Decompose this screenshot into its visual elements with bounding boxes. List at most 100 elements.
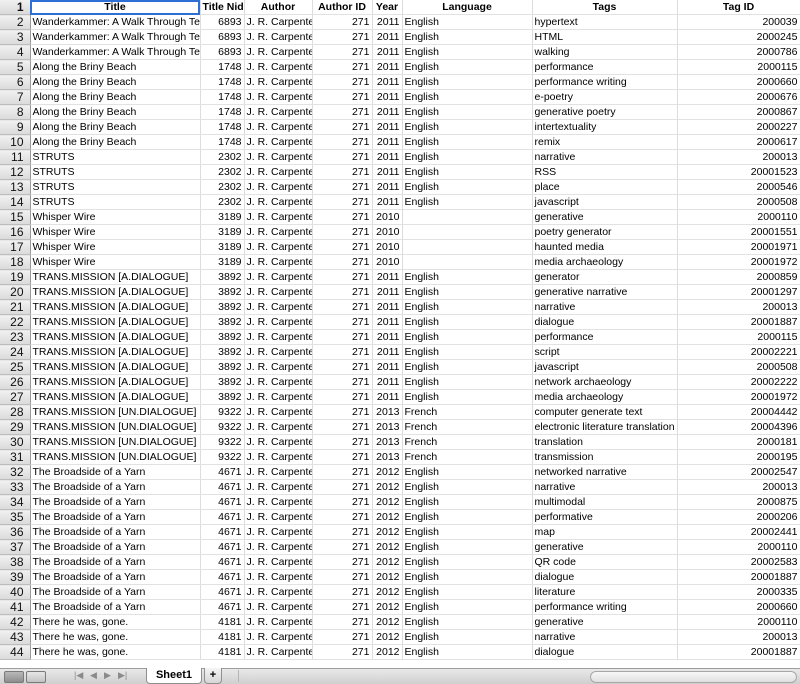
cell-year[interactable]: 2012 [372,479,403,495]
cell-author[interactable]: J. R. Carpenter [244,419,313,435]
cell-year[interactable]: 2013 [372,449,403,465]
cell-tag-id[interactable]: 2000110 [677,614,800,630]
cell-title[interactable]: TRANS.MISSION [A.DIALOGUE] [30,269,201,285]
cell-title[interactable]: Wanderkammer: A Walk Through Texts [30,44,201,60]
cell-tag-id[interactable]: 20001551 [677,224,800,240]
row-header[interactable]: 9 [0,119,31,135]
cell-tag-id[interactable]: 200013 [677,479,800,495]
cell-tag-id[interactable]: 2000245 [677,29,800,45]
cell-tag[interactable]: performance writing [532,599,678,615]
cell-tag[interactable]: dialogue [532,569,678,585]
cell-title[interactable]: There he was, gone. [30,614,201,630]
cell-year[interactable]: 2011 [372,329,403,345]
cell-tag-id[interactable]: 2000875 [677,494,800,510]
cell-author-id[interactable]: 271 [312,644,373,660]
cell-tag[interactable]: literature [532,584,678,600]
cell-year[interactable]: 2011 [372,89,403,105]
cell-title[interactable]: Whisper Wire [30,224,201,240]
nav-prev-icon[interactable]: ◀ [90,670,97,681]
cell-tag-id[interactable]: 20004396 [677,419,800,435]
cell-title[interactable]: The Broadside of a Yarn [30,509,201,525]
cell-tag-id[interactable]: 20001971 [677,239,800,255]
cell-title-nid[interactable]: 2302 [200,194,245,210]
cell-year[interactable]: 2012 [372,614,403,630]
cell-language[interactable]: French [402,449,533,465]
row-header[interactable]: 42 [0,614,31,630]
cell-year[interactable]: 2012 [372,539,403,555]
cell-language[interactable]: English [402,29,533,45]
cell-title[interactable]: TRANS.MISSION [A.DIALOGUE] [30,314,201,330]
cell-title[interactable]: The Broadside of a Yarn [30,494,201,510]
cell-language[interactable]: English [402,389,533,405]
cell-tag-id[interactable]: 2000110 [677,209,800,225]
cell-tag[interactable]: generative [532,539,678,555]
cell-year[interactable]: 2011 [372,104,403,120]
cell-language[interactable]: English [402,134,533,150]
cell-author-id[interactable]: 271 [312,119,373,135]
cell-author-id[interactable]: 271 [312,269,373,285]
cell-title[interactable]: The Broadside of a Yarn [30,599,201,615]
cell-title[interactable]: Along the Briny Beach [30,59,201,75]
cell-tag-id[interactable]: 200039 [677,14,800,30]
cell-year[interactable]: 2012 [372,629,403,645]
cell-author[interactable]: J. R. Carpenter [244,389,313,405]
cell-title[interactable]: The Broadside of a Yarn [30,539,201,555]
cell-language[interactable]: English [402,299,533,315]
cell-title[interactable]: TRANS.MISSION [UN.DIALOGUE] [30,419,201,435]
cell-tag[interactable]: performance [532,59,678,75]
row-header[interactable]: 28 [0,404,31,420]
cell-tag[interactable]: dialogue [532,644,678,660]
cell-title[interactable]: The Broadside of a Yarn [30,524,201,540]
cell-tag-id[interactable]: 2000617 [677,134,800,150]
row-header[interactable]: 7 [0,89,31,105]
cell-tag[interactable]: javascript [532,359,678,375]
cell-title[interactable]: TRANS.MISSION [UN.DIALOGUE] [30,434,201,450]
cell-year[interactable]: 2011 [372,119,403,135]
row-header[interactable]: 4 [0,44,31,60]
cell-author[interactable]: J. R. Carpenter [244,89,313,105]
cell-tag-id[interactable]: 200013 [677,629,800,645]
cell-author[interactable]: J. R. Carpenter [244,149,313,165]
cell-author-id[interactable]: 271 [312,629,373,645]
cell-author-id[interactable]: 271 [312,374,373,390]
cell-author[interactable]: J. R. Carpenter [244,464,313,480]
row-header[interactable]: 44 [0,644,31,660]
cell-author-id[interactable]: 271 [312,584,373,600]
cell-tag-id[interactable]: 20001887 [677,569,800,585]
cell-tag[interactable]: e-poetry [532,89,678,105]
cell-author[interactable]: J. R. Carpenter [244,584,313,600]
cell-tag[interactable]: narrative [532,149,678,165]
cell-title-nid[interactable]: 3189 [200,254,245,270]
column-header-tag-id[interactable]: Tag ID [677,0,800,15]
row-header[interactable]: 8 [0,104,31,120]
cell-author[interactable]: J. R. Carpenter [244,479,313,495]
cell-title[interactable]: STRUTS [30,164,201,180]
cell-title[interactable]: STRUTS [30,149,201,165]
cell-year[interactable]: 2010 [372,209,403,225]
cell-author[interactable]: J. R. Carpenter [244,404,313,420]
cell-language[interactable]: English [402,644,533,660]
cell-tag-id[interactable]: 200013 [677,299,800,315]
cell-tag[interactable]: computer generate text [532,404,678,420]
row-header[interactable]: 2 [0,14,31,30]
cell-tag[interactable]: walking [532,44,678,60]
cell-author-id[interactable]: 271 [312,134,373,150]
cell-tag[interactable]: generative poetry [532,104,678,120]
normal-view-icon[interactable] [4,671,24,683]
cell-title[interactable]: TRANS.MISSION [A.DIALOGUE] [30,344,201,360]
cell-year[interactable]: 2012 [372,494,403,510]
cell-author[interactable]: J. R. Carpenter [244,539,313,555]
cell-author[interactable]: J. R. Carpenter [244,194,313,210]
cell-title[interactable]: Whisper Wire [30,254,201,270]
cell-language[interactable]: English [402,284,533,300]
cell-author-id[interactable]: 271 [312,404,373,420]
cell-language[interactable]: English [402,599,533,615]
row-header[interactable]: 43 [0,629,31,645]
cell-author-id[interactable]: 271 [312,539,373,555]
cell-title-nid[interactable]: 3189 [200,209,245,225]
cell-author-id[interactable]: 271 [312,299,373,315]
cell-title-nid[interactable]: 2302 [200,179,245,195]
cell-tag[interactable]: performance [532,329,678,345]
row-header[interactable]: 23 [0,329,31,345]
cell-tag[interactable]: hypertext [532,14,678,30]
